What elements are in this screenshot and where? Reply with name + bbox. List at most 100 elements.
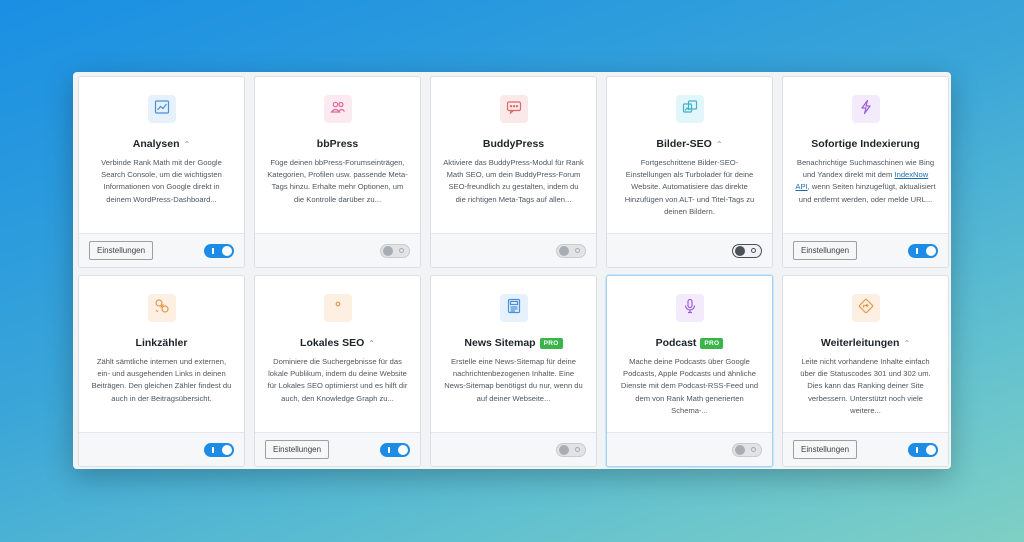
chart-icon: [154, 99, 170, 120]
settings-button[interactable]: Einstellungen: [265, 440, 330, 459]
module-title-row: Analysen ⌃: [91, 137, 232, 151]
module-card: BuddyPress Aktiviere das BuddyPress-Modul…: [430, 76, 597, 268]
module-title: bbPress: [316, 138, 359, 150]
toggle-knob: [559, 245, 569, 256]
module-title-row: Bilder-SEO ⌃: [619, 137, 760, 151]
users-icon: [329, 99, 346, 120]
toggle-knob: [383, 245, 393, 256]
module-toggle[interactable]: [908, 442, 938, 457]
module-card: Lokales SEO ⌃ Dominiere die Suchergebnisse…: [254, 275, 421, 467]
pro-badge: PRO: [539, 337, 563, 349]
toggle-knob: [926, 444, 936, 455]
module-title: Podcast: [655, 337, 697, 349]
module-description: Erstelle eine News-Sitemap für deine nac…: [444, 357, 583, 403]
module-card-body: Lokales SEO ⌃ Dominiere die Suchergebnisse…: [255, 276, 420, 432]
module-description: Aktiviere das BuddyPress-Modul für Rank …: [443, 158, 584, 204]
module-icon-box: [851, 95, 880, 123]
module-icon-box: [323, 294, 352, 322]
module-icon-box: [147, 95, 176, 123]
toggle-knob: [735, 444, 745, 455]
chevron-up-icon[interactable]: ⌃: [368, 339, 375, 348]
module-title-row: Lokales SEO ⌃: [267, 336, 408, 350]
microphone-icon: [682, 298, 698, 319]
module-toggle[interactable]: [380, 243, 410, 258]
module-toggle[interactable]: [204, 243, 234, 258]
module-icon-box: [499, 95, 528, 123]
module-title-row: Podcast PRO: [619, 336, 760, 350]
news-icon: [506, 298, 522, 319]
module-card-footer: Einstellungen: [783, 432, 948, 466]
module-description: Mache deine Podcasts über Google Podcast…: [620, 357, 759, 415]
module-card: Bilder-SEO ⌃ Fortgeschrittene Bilder-SEO-E…: [606, 76, 773, 268]
module-toggle[interactable]: [380, 442, 410, 457]
module-card-body: News Sitemap PRO Erstelle eine News-Sitema…: [431, 276, 596, 432]
module-card-footer: [255, 233, 420, 267]
module-card-footer: [431, 432, 596, 466]
modules-grid: Analysen ⌃ Verbinde Rank Math mit der Goog…: [78, 76, 949, 467]
module-card-body: BuddyPress Aktiviere das BuddyPress-Modul…: [431, 77, 596, 233]
module-title-row: bbPress: [267, 137, 408, 151]
module-card-body: Sofortige Indexierung Benachrichtige Such…: [783, 77, 948, 233]
module-card: Weiterleitungen ⌃ Leite nicht vorhandene I…: [782, 275, 949, 467]
module-card: Podcast PRO Mache deine Podcasts über Goog…: [606, 275, 773, 467]
module-toggle[interactable]: [908, 243, 938, 258]
module-card: bbPress Füge deinen bbPress-Forumseinträg…: [254, 76, 421, 268]
module-icon-box: [147, 294, 176, 322]
module-card-body: Podcast PRO Mache deine Podcasts über Goog…: [607, 276, 772, 432]
module-description: Dominiere die Suchergebnisse für das lok…: [267, 357, 408, 403]
module-icon-box: [499, 294, 528, 322]
module-card-body: Linkzähler Zählt sämtliche internen und e…: [79, 276, 244, 432]
module-description: Leite nicht vorhandene Inhalte einfach ü…: [800, 357, 931, 415]
toggle-knob: [735, 245, 745, 256]
module-card: Analysen ⌃ Verbinde Rank Math mit der Goog…: [78, 76, 245, 268]
module-card-footer: [607, 432, 772, 466]
module-toggle[interactable]: [556, 243, 586, 258]
chevron-up-icon[interactable]: ⌃: [183, 140, 190, 149]
module-description: Füge deinen bbPress-Forumseinträgen, Kat…: [267, 158, 408, 204]
module-card-footer: Einstellungen: [255, 432, 420, 466]
module-card: Sofortige Indexierung Benachrichtige Such…: [782, 76, 949, 268]
module-card-footer: [607, 233, 772, 267]
module-title-row: News Sitemap PRO: [443, 336, 584, 350]
module-icon-box: [675, 95, 704, 123]
images-icon: [682, 99, 698, 120]
module-title: Weiterleitungen: [820, 337, 900, 349]
redirect-icon: [858, 298, 874, 319]
chevron-up-icon[interactable]: ⌃: [903, 339, 910, 348]
chevron-up-icon[interactable]: ⌃: [716, 140, 723, 149]
module-toggle[interactable]: [732, 442, 762, 457]
settings-button[interactable]: Einstellungen: [89, 241, 154, 260]
module-icon-box: [675, 294, 704, 322]
module-description: Benachrichtige Suchmaschinen wie Bing un…: [795, 158, 936, 204]
module-card-body: bbPress Füge deinen bbPress-Forumseinträg…: [255, 77, 420, 233]
module-description: Zählt sämtliche internen und externen, e…: [91, 357, 232, 403]
toggle-knob: [222, 444, 232, 455]
module-title: News Sitemap: [464, 337, 536, 349]
toggle-knob: [222, 245, 232, 256]
module-card-footer: [431, 233, 596, 267]
module-title: BuddyPress: [482, 138, 545, 150]
module-card-footer: Einstellungen: [79, 233, 244, 267]
settings-button[interactable]: Einstellungen: [793, 440, 858, 459]
module-card: News Sitemap PRO Erstelle eine News-Sitema…: [430, 275, 597, 467]
module-title: Analysen: [132, 138, 180, 150]
module-title: Linkzähler: [135, 337, 188, 349]
module-title-row: Weiterleitungen ⌃: [795, 336, 936, 350]
module-title: Lokales SEO: [300, 337, 365, 349]
toggle-knob: [559, 444, 569, 455]
settings-button[interactable]: Einstellungen: [793, 241, 858, 260]
module-title: Sofortige Indexierung: [811, 138, 920, 150]
module-title-row: Linkzähler: [91, 336, 232, 350]
module-toggle[interactable]: [556, 442, 586, 457]
module-card-footer: Einstellungen: [783, 233, 948, 267]
pro-badge: PRO: [700, 337, 724, 349]
module-card: Linkzähler Zählt sämtliche internen und e…: [78, 275, 245, 467]
bolt-icon: [858, 99, 874, 120]
module-title: Bilder-SEO: [656, 138, 712, 150]
module-toggle[interactable]: [204, 442, 234, 457]
chat-icon: [506, 99, 522, 120]
module-toggle[interactable]: [732, 243, 762, 258]
module-description: Fortgeschrittene Bilder-SEO-Einstellunge…: [624, 158, 755, 216]
module-icon-box: [851, 294, 880, 322]
modules-window: Analysen ⌃ Verbinde Rank Math mit der Goog…: [73, 72, 951, 469]
